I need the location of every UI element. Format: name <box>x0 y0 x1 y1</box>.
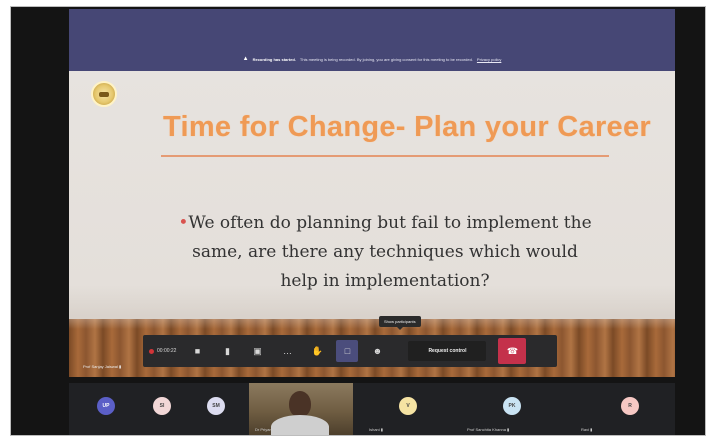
recording-dot-icon <box>149 348 154 354</box>
participant-avatar[interactable]: UP <box>97 397 115 415</box>
recording-heading: Recording has started. <box>252 56 296 62</box>
show-participants-button[interactable]: ☻ <box>366 340 388 362</box>
slide-title: Time for Change- Plan your Career <box>163 111 651 143</box>
avatar-initials: SI <box>159 403 165 409</box>
share-screen-icon: ▣ <box>253 345 262 356</box>
participant-name: Dr Priyanka <box>255 427 276 432</box>
title-underline <box>161 155 609 157</box>
hand-icon: ✋ <box>311 345 324 356</box>
raise-hand-button[interactable]: ✋ <box>306 340 328 362</box>
participant-tile[interactable]: R Ravi ▮ <box>569 383 669 435</box>
chat-button[interactable]: □ <box>336 340 359 362</box>
slide-bullet-text: We often do planning but fail to impleme… <box>188 213 592 291</box>
participant-avatar: PK <box>503 397 521 415</box>
participant-gallery: UP SI SM Dr Priyanka V Ishani ▮ PK Prof … <box>69 383 675 435</box>
participant-name: Ishani ▮ <box>369 427 383 432</box>
recording-message: This meeting is being recorded. By joini… <box>299 56 473 62</box>
participant-avatar[interactable]: SM <box>207 397 225 415</box>
participant-head <box>289 391 311 417</box>
presenter-name: Prof Sanjay Jaiswal ▮ <box>83 364 121 369</box>
participant-tile[interactable]: V Ishani ▮ <box>357 383 437 435</box>
avatar-initials: V <box>406 403 410 409</box>
camera-button[interactable]: ■ <box>186 340 208 362</box>
bullet-icon: • <box>178 213 189 233</box>
participant-shoulders <box>271 415 329 435</box>
call-control-bar: 00:00:22 ■ ▮ ▣ … ✋ □ ☻ Request control ☎ <box>143 335 557 367</box>
avatar-initials: PK <box>508 403 516 409</box>
request-control-button[interactable]: Request control <box>408 341 487 361</box>
mic-muted-icon: ▮ <box>119 364 122 369</box>
institution-logo <box>91 81 117 107</box>
participant-tile[interactable]: PK Prof Sanchita Khanna ▮ <box>449 383 559 435</box>
participant-avatar[interactable]: SI <box>153 397 171 415</box>
participant-tile-group: UP SI SM <box>69 383 249 435</box>
microphone-button[interactable]: ▮ <box>216 340 238 362</box>
share-screen-button[interactable]: ▣ <box>246 340 268 362</box>
participant-avatar: R <box>621 397 639 415</box>
participants-icon: ☻ <box>372 346 383 356</box>
timer-text: 00:00:22 <box>157 348 177 354</box>
avatar-initials: UP <box>102 403 110 409</box>
camera-icon: ■ <box>194 346 201 356</box>
chat-icon: □ <box>344 346 351 356</box>
phone-hangup-icon: ☎ <box>506 345 519 356</box>
participant-name: Prof Sanchita Khanna ▮ <box>467 427 510 432</box>
more-actions-button[interactable]: … <box>276 340 298 362</box>
more-icon: … <box>282 346 292 356</box>
participant-avatar: V <box>399 397 417 415</box>
privacy-policy-link[interactable]: Privacy policy <box>477 57 501 62</box>
avatar-initials: SM <box>212 403 220 409</box>
participant-name: Ravi ▮ <box>581 427 593 432</box>
participant-video-tile[interactable]: Dr Priyanka <box>249 383 353 435</box>
meeting-timer: 00:00:22 <box>149 340 176 362</box>
slide-bullet: •We often do planning but fail to implem… <box>175 209 595 296</box>
show-participants-tooltip: Show participants <box>379 316 421 330</box>
warning-icon: ▲ <box>242 56 249 62</box>
shared-slide: Time for Change- Plan your Career •We of… <box>69 71 675 377</box>
avatar-initials: R <box>628 403 632 409</box>
hang-up-button[interactable]: ☎ <box>498 338 527 364</box>
microphone-icon: ▮ <box>224 345 230 356</box>
recording-banner: ▲ Recording has started. This meeting is… <box>69 9 675 71</box>
recording-notice: ▲ Recording has started. This meeting is… <box>69 53 675 65</box>
presenter-name-text: Prof Sanjay Jaiswal <box>83 364 118 369</box>
meeting-window: ▲ Recording has started. This meeting is… <box>10 6 706 436</box>
